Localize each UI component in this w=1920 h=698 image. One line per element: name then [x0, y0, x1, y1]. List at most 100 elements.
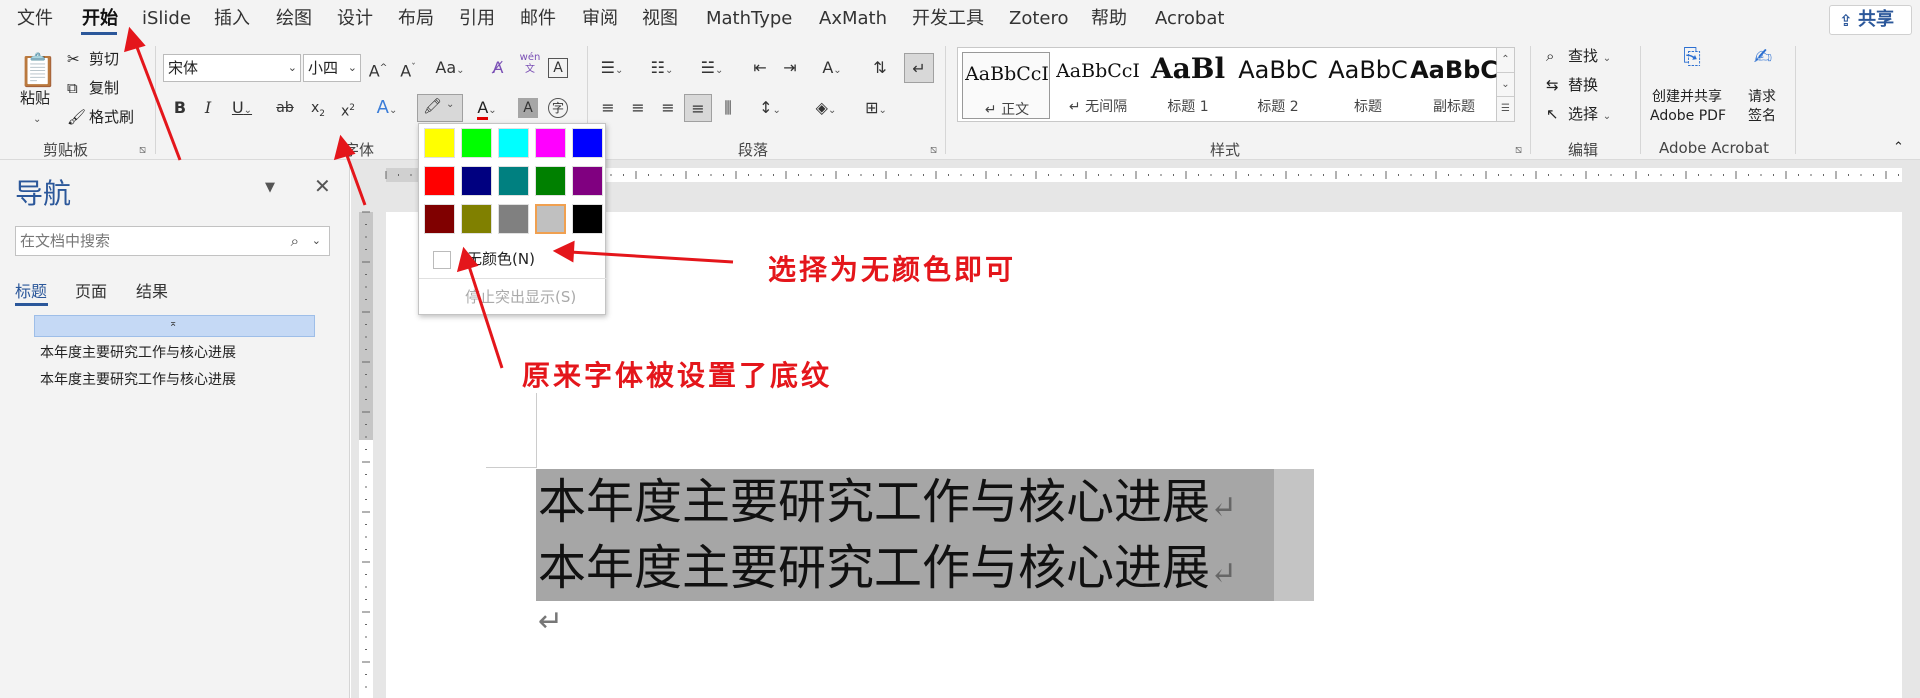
color-swatch[interactable] — [498, 204, 529, 234]
change-case-icon[interactable]: Aa⌄ — [432, 56, 468, 80]
nav-tab-headings[interactable]: 标题 — [15, 278, 47, 302]
justify-icon[interactable]: ≡ — [684, 94, 712, 122]
chevron-up-icon[interactable]: ⌃ — [1497, 48, 1514, 72]
color-swatch[interactable] — [424, 128, 455, 158]
tab-layout[interactable]: 布局 — [398, 8, 434, 30]
color-swatch[interactable] — [572, 166, 603, 196]
distributed-icon[interactable]: ⫼ — [716, 96, 740, 120]
more-styles-icon[interactable]: ☰ — [1497, 96, 1514, 120]
style-heading-1[interactable]: AaBl 标题 1 — [1144, 50, 1232, 119]
document-line[interactable]: 本年度主要研究工作与核心进展↵ — [538, 538, 1237, 603]
multilevel-list-icon[interactable]: ☱⌄ — [694, 56, 730, 80]
replace-button[interactable]: 替换 — [1568, 75, 1598, 95]
tab-review[interactable]: 审阅 — [582, 8, 618, 30]
clear-formatting-icon[interactable]: A̸ — [486, 56, 510, 80]
color-swatch[interactable] — [572, 204, 603, 234]
highlight-color-button[interactable]: 🖍 ⌄ — [417, 94, 463, 122]
character-shading-icon[interactable]: A — [518, 98, 538, 118]
tab-view[interactable]: 视图 — [642, 8, 678, 30]
subscript-icon[interactable]: x2 — [306, 96, 330, 120]
style-title[interactable]: AaBbC 标题 — [1324, 50, 1412, 119]
nav-tab-results[interactable]: 结果 — [136, 278, 168, 302]
font-size-combo[interactable]: 小四 ⌄ — [303, 54, 361, 82]
tab-mailings[interactable]: 邮件 — [520, 8, 556, 30]
tab-file[interactable]: 文件 — [17, 8, 53, 30]
no-color-option[interactable]: 无颜色(N) — [433, 246, 598, 272]
nav-heading-item[interactable]: 本年度主要研究工作与核心进展 — [40, 342, 236, 362]
color-swatch[interactable] — [424, 204, 455, 234]
collapse-ribbon-icon[interactable]: ⌃ — [1893, 138, 1904, 158]
vertical-ruler[interactable] — [351, 190, 381, 698]
color-swatch[interactable] — [535, 128, 566, 158]
tab-developer[interactable]: 开发工具 — [912, 8, 984, 30]
color-swatch[interactable] — [498, 166, 529, 196]
color-swatch[interactable] — [424, 166, 455, 196]
show-paragraph-marks-icon[interactable]: ↵ — [904, 53, 934, 83]
phonetic-guide-icon[interactable]: wén 文 — [518, 52, 542, 76]
share-button[interactable]: ⇪ 共享 — [1829, 5, 1912, 35]
chevron-down-icon[interactable]: ⌄ — [1497, 72, 1514, 96]
font-name-combo[interactable]: 宋体 ⌄ — [163, 54, 301, 82]
chevron-down-icon[interactable]: ⌄ — [312, 227, 321, 255]
underline-icon[interactable]: U⌄ — [225, 96, 259, 120]
tab-axmath[interactable]: AxMath — [819, 8, 887, 30]
strikethrough-icon[interactable]: ab — [273, 96, 297, 120]
tab-design[interactable]: 设计 — [337, 8, 373, 30]
color-swatch[interactable] — [461, 166, 492, 196]
font-color-icon[interactable]: A⌄ — [470, 96, 504, 120]
tab-acrobat[interactable]: Acrobat — [1155, 8, 1224, 30]
numbering-icon[interactable]: ☷⌄ — [644, 56, 680, 80]
style-normal[interactable]: AaBbCcI ↵ 正文 — [962, 52, 1050, 119]
color-swatch[interactable] — [461, 204, 492, 234]
align-left-icon[interactable]: ≡ — [596, 96, 620, 120]
select-button[interactable]: 选择 ⌄ — [1568, 104, 1611, 127]
text-effects-icon[interactable]: A⌄ — [370, 96, 404, 120]
borders-icon[interactable]: ⊞⌄ — [858, 96, 894, 120]
search-icon[interactable]: ⌕ — [291, 227, 299, 255]
shrink-font-icon[interactable]: Aˇ — [396, 56, 420, 80]
increase-indent-icon[interactable]: ⇥ — [778, 56, 802, 80]
bullets-icon[interactable]: ☰⌄ — [594, 56, 630, 80]
bold-icon[interactable]: B — [168, 96, 192, 120]
cut-button[interactable]: 剪切 — [89, 49, 119, 69]
tab-mathtype[interactable]: MathType — [706, 8, 792, 30]
document-line[interactable]: 本年度主要研究工作与核心进展↵ — [538, 472, 1237, 537]
document-page[interactable]: 本年度主要研究工作与核心进展↵ 本年度主要研究工作与核心进展↵ ↵ — [386, 212, 1902, 698]
tab-draw[interactable]: 绘图 — [276, 8, 312, 30]
close-icon[interactable]: ✕ — [314, 174, 331, 198]
style-no-spacing[interactable]: AaBbCcI ↵ 无间隔 — [1054, 50, 1142, 119]
decrease-indent-icon[interactable]: ⇤ — [748, 56, 772, 80]
asian-layout-icon[interactable]: A⌄ — [814, 56, 850, 80]
find-button[interactable]: 查找 ⌄ — [1568, 46, 1611, 69]
tab-zotero[interactable]: Zotero — [1009, 8, 1069, 30]
align-center-icon[interactable]: ≡ — [626, 96, 650, 120]
style-subtitle[interactable]: AaBbC 副标题 — [1410, 50, 1498, 119]
search-input[interactable]: 在文档中搜索 ⌕ ⌄ — [15, 226, 330, 256]
sort-icon[interactable]: ⇅ — [868, 56, 892, 80]
nav-selected-heading[interactable]: ⌅ — [34, 315, 315, 337]
nav-options-icon[interactable]: ▼ — [265, 180, 275, 195]
line-spacing-icon[interactable]: ↕⌄ — [752, 96, 788, 120]
shading-icon[interactable]: ◈⌄ — [808, 96, 844, 120]
color-swatch[interactable] — [461, 128, 492, 158]
format-painter-button[interactable]: 格式刷 — [89, 107, 134, 127]
tab-help[interactable]: 帮助 — [1091, 8, 1127, 30]
tab-home[interactable]: 开始 — [82, 8, 118, 30]
grow-font-icon[interactable]: A^ — [366, 56, 390, 80]
enclose-characters-icon[interactable]: 字 — [548, 98, 568, 118]
nav-heading-item[interactable]: 本年度主要研究工作与核心进展 — [40, 369, 236, 389]
color-swatch[interactable] — [498, 128, 529, 158]
style-heading-2[interactable]: AaBbC 标题 2 — [1234, 50, 1322, 119]
paste-button[interactable]: 粘贴 — [20, 88, 50, 108]
superscript-icon[interactable]: x2 — [336, 96, 360, 120]
character-border-icon[interactable]: A — [548, 58, 568, 78]
collapse-icon[interactable]: ⌅ — [169, 318, 177, 329]
copy-button[interactable]: 复制 — [89, 78, 119, 98]
color-swatch[interactable] — [572, 128, 603, 158]
color-swatch[interactable] — [535, 166, 566, 196]
nav-tab-pages[interactable]: 页面 — [75, 278, 107, 302]
tab-islide[interactable]: iSlide — [142, 8, 191, 30]
stop-highlighting-option[interactable]: 停止突出显示(S) — [465, 286, 576, 307]
tab-insert[interactable]: 插入 — [214, 8, 250, 30]
paste-icon[interactable]: 📋 — [18, 50, 58, 90]
